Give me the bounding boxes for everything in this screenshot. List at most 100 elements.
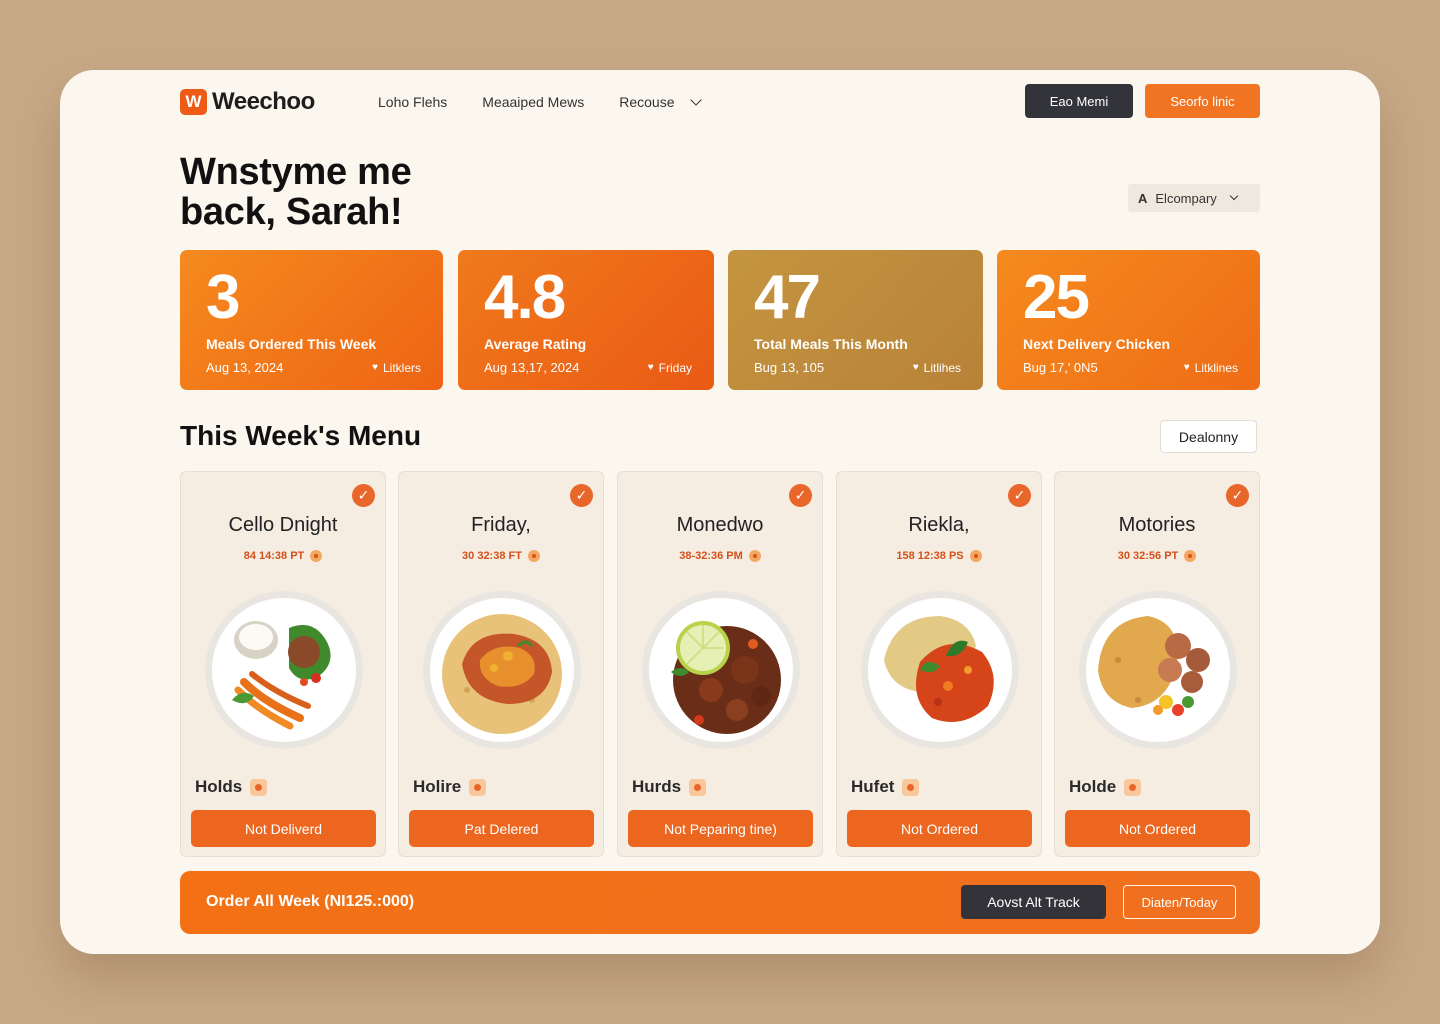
stat-date: Aug 13,17, 2024	[484, 360, 580, 375]
meal-time-label: 158 12:38 PS	[896, 550, 964, 562]
main-nav: Loho Flehs Meaaiped Mews Recouse	[378, 94, 703, 110]
view-select-value: Elcompary	[1155, 190, 1217, 206]
nav-link-1[interactable]: Loho Flehs	[378, 94, 447, 110]
meal-time-label: 84 14:38 PT	[243, 550, 305, 562]
meal-status-button[interactable]: Not Deliverd	[191, 810, 376, 847]
meal-name: Motories	[1118, 514, 1196, 536]
header-dark-button[interactable]: Eao Memi	[1025, 84, 1133, 118]
meal-tag: Holde	[1069, 777, 1142, 797]
view-select-prefix: A	[1138, 190, 1148, 206]
nav-dropdown[interactable]: Recouse	[619, 94, 703, 110]
stat-card-next-delivery[interactable]: 25 Next Delivery Chicken Bug 17,' 0N5 ♥ L…	[997, 250, 1260, 390]
meal-status-button[interactable]: Not Peparing tine)	[628, 810, 813, 847]
meal-time-label: 30 32:56 PT	[1117, 550, 1179, 562]
stat-tag: ♥ Litlihes	[913, 361, 961, 375]
stat-card-meals-week[interactable]: 3 Meals Ordered This Week Aug 13, 2024 ♥…	[180, 250, 443, 390]
stat-card-meals-month[interactable]: 47 Total Meals This Month Bug 13, 105 ♥ L…	[728, 250, 983, 390]
meal-tag: Holire	[413, 777, 487, 797]
clock-icon	[748, 550, 761, 562]
meal-status-button[interactable]: Pat Delered	[409, 810, 594, 847]
stat-label: Next Delivery Chicken	[1023, 336, 1171, 352]
meal-time-label: 30 32:38 FT	[462, 550, 522, 562]
salad-image	[205, 591, 363, 749]
meal-tag-label: Holde	[1069, 777, 1117, 796]
clock-icon	[527, 550, 540, 562]
check-icon[interactable]: ✓	[789, 484, 812, 507]
badge-icon	[250, 778, 268, 796]
chevron-down-icon	[1229, 191, 1239, 201]
meal-card[interactable]: ✓ Riekla, 158 12:38 PS Hufet Not Ordered	[836, 471, 1042, 857]
order-bar: Order All Week (NI125.:000) Aovst Alt Tr…	[180, 871, 1260, 934]
stat-card-rating[interactable]: 4.8 Average Rating Aug 13,17, 2024 ♥ Frid…	[458, 250, 714, 390]
heart-icon: ♥	[1183, 362, 1190, 373]
stat-tag: ♥ Litklines	[1184, 361, 1238, 375]
meal-card[interactable]: ✓ Motories 30 32:56 PT Holde Not Ordered	[1054, 471, 1260, 857]
badge-icon	[469, 778, 487, 796]
heart-icon: ♥	[912, 362, 919, 373]
stat-value: 47	[754, 263, 821, 332]
stat-date: Bug 17,' 0N5	[1023, 360, 1098, 375]
check-icon[interactable]: ✓	[570, 484, 593, 507]
meal-name: Monedwo	[676, 514, 764, 536]
logo-icon: W	[180, 89, 207, 115]
meal-card[interactable]: ✓ Friday, 30 32:38 FT Holire Pat Delered	[398, 471, 604, 857]
rice-stew-image	[861, 591, 1019, 749]
meal-tag: Hufet	[851, 777, 920, 797]
brand-logo[interactable]: W Weechoo	[180, 88, 315, 116]
app-window: W Weechoo Loho Flehs Meaaiped Mews Recou…	[60, 70, 1380, 954]
meal-status-button[interactable]: Not Ordered	[1065, 810, 1250, 847]
meal-tag: Hurds	[632, 777, 707, 797]
badge-icon	[1124, 778, 1142, 796]
badge-icon	[902, 778, 920, 796]
meal-tag-label: Hurds	[632, 777, 682, 796]
check-icon[interactable]: ✓	[1008, 484, 1031, 507]
stat-tag: ♥ Friday	[648, 361, 692, 375]
meal-status-button[interactable]: Not Ordered	[847, 810, 1032, 847]
view-select[interactable]: A Elcompary	[1128, 184, 1260, 212]
section-title: This Week's Menu	[180, 420, 422, 451]
meal-time-label: 38-32:36 PM	[679, 550, 743, 562]
stat-tag-label: Litlihes	[923, 360, 961, 375]
check-icon[interactable]: ✓	[1226, 484, 1249, 507]
meal-tag: Holds	[195, 777, 268, 797]
stat-date: Bug 13, 105	[754, 360, 825, 375]
nav-dropdown-label: Recouse	[619, 94, 675, 110]
stat-tag-label: Litklers	[382, 360, 421, 375]
meal-time: 30 32:56 PT	[1055, 550, 1259, 562]
meal-time: 158 12:38 PS	[837, 550, 1041, 562]
page-title: Wnstyme me back, Sarah!	[180, 152, 600, 232]
clock-icon	[310, 550, 323, 562]
stat-label: Average Rating	[484, 336, 587, 352]
order-all-label[interactable]: Order All Week (NI125.:000)	[206, 893, 414, 911]
beef-lime-image	[642, 591, 800, 749]
page-title-line-1: Wnstyme me	[180, 151, 412, 193]
stat-value: 3	[206, 263, 240, 332]
clock-icon	[969, 550, 982, 562]
clock-icon	[1184, 550, 1197, 562]
track-button[interactable]: Aovst Alt Track	[961, 885, 1106, 919]
nav-link-2[interactable]: Meaaiped Mews	[482, 94, 584, 110]
chevron-down-icon	[690, 94, 703, 106]
check-icon[interactable]: ✓	[352, 484, 375, 507]
meal-card[interactable]: ✓ Cello Dnight 84 14:38 PT Holds Not Del…	[180, 471, 386, 857]
page-title-line-2: back, Sarah!	[180, 191, 403, 233]
meal-name: Friday,	[471, 514, 531, 536]
meal-time: 30 32:38 FT	[399, 550, 603, 562]
meal-tag-label: Holire	[413, 777, 462, 796]
stat-label: Meals Ordered This Week	[206, 336, 377, 352]
section-filter-button[interactable]: Dealonny	[1160, 420, 1257, 453]
meal-time: 84 14:38 PT	[181, 550, 385, 562]
stat-value: 4.8	[484, 263, 566, 332]
heart-icon: ♥	[647, 362, 654, 373]
stat-label: Total Meals This Month	[754, 336, 908, 352]
brand-name: Weechoo	[212, 88, 315, 115]
meal-card[interactable]: ✓ Monedwo 38-32:36 PM Hurds Not Peparing…	[617, 471, 823, 857]
meal-tag-label: Hufet	[851, 777, 895, 796]
meal-name: Riekla,	[908, 514, 970, 536]
today-button[interactable]: Diaten/Today	[1123, 885, 1236, 919]
chicken-rice-image	[423, 591, 581, 749]
heart-icon: ♥	[372, 362, 378, 373]
meal-time: 38-32:36 PM	[618, 550, 822, 562]
header-primary-button[interactable]: Seorfo linic	[1145, 84, 1260, 118]
stat-date: Aug 13, 2024	[206, 360, 284, 375]
